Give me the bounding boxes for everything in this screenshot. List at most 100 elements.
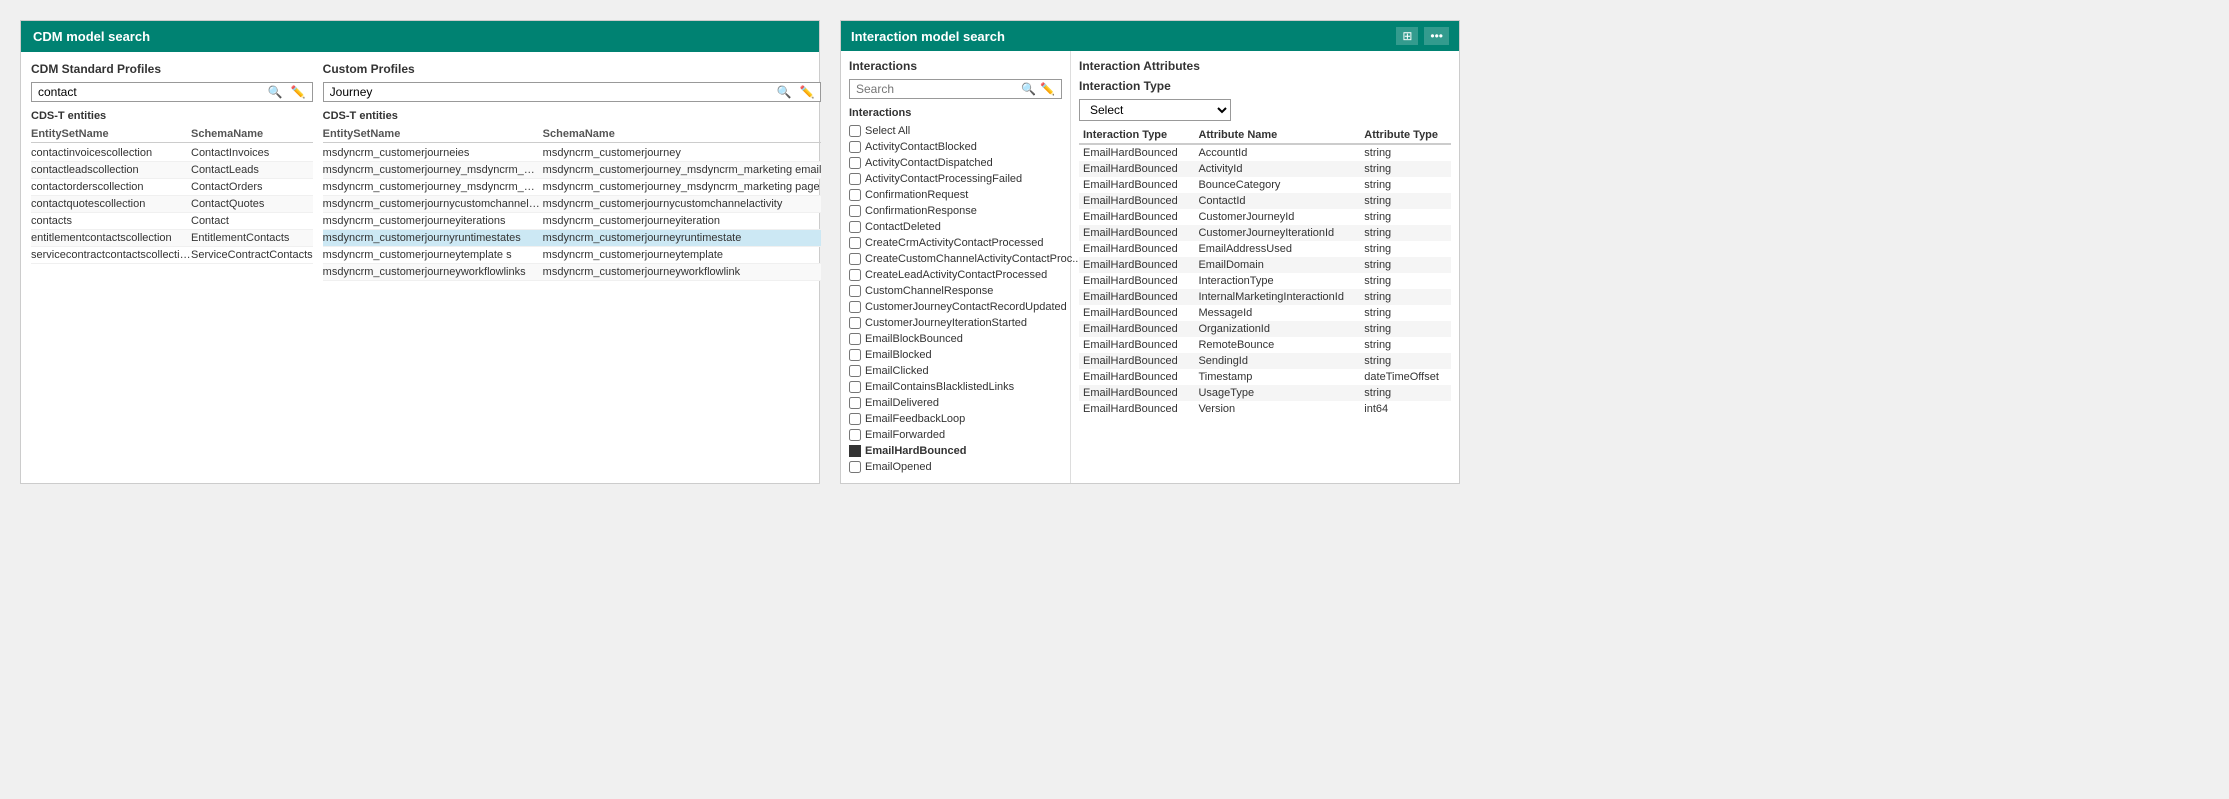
list-item[interactable]: EmailBlocked [849,347,1062,363]
table-row[interactable]: EmailHardBouncedBounceCategorystring [1079,177,1451,193]
cdm-standard-search-box[interactable]: 🔍 ✏️ [31,82,313,102]
table-row[interactable]: servicecontractcontactscollectionService… [31,247,313,264]
checkbox[interactable] [849,157,861,169]
table-row[interactable]: EmailHardBouncedInternalMarketingInterac… [1079,289,1451,305]
interactions-search-input[interactable] [856,82,1021,96]
entity-name: contacts [31,215,191,227]
list-item[interactable]: EmailContainsBlacklistedLinks [849,379,1062,395]
checkbox[interactable] [849,237,861,249]
aname-cell: RemoteBounce [1194,337,1360,353]
checkbox[interactable] [849,317,861,329]
table-row[interactable]: msdyncrm_customerjournycustomchannelacti… [323,196,822,213]
interaction-attributes-title: Interaction Attributes [1079,59,1451,73]
list-item[interactable]: ConfirmationRequest [849,187,1062,203]
table-row[interactable]: EmailHardBouncedCustomerJourneyIdstring [1079,209,1451,225]
cdm-panel-title: CDM model search [33,29,150,44]
interactions-search-row[interactable]: 🔍 ✏️ [849,79,1062,99]
table-row[interactable]: msdyncrm_customerjourneyiterationsmsdync… [323,213,822,230]
checkbox[interactable] [849,397,861,409]
table-row[interactable]: EmailHardBouncedCustomerJourneyIteration… [1079,225,1451,241]
table-row[interactable]: msdyncrm_customerjournyruntimestatesmsdy… [323,230,822,247]
list-item[interactable]: EmailBlockBounced [849,331,1062,347]
list-item[interactable]: CreateCrmActivityContactProcessed [849,235,1062,251]
table-row[interactable]: EmailHardBouncedTimestampdateTimeOffset [1079,369,1451,385]
list-item[interactable]: CustomerJourneyIterationStarted [849,315,1062,331]
custom-profiles-search-box[interactable]: 🔍 ✏️ [323,82,822,102]
checkbox[interactable] [849,301,861,313]
aname-cell: InteractionType [1194,273,1360,289]
atype-cell: string [1360,144,1451,161]
checkbox[interactable] [849,413,861,425]
table-row[interactable]: msdyncrm_customerjourney_msdyncrm_market… [323,162,822,179]
table-row[interactable]: msdyncrm_customerjourneytemplate smsdync… [323,247,822,264]
checkbox[interactable] [849,173,861,185]
table-row[interactable]: EmailHardBouncedInteractionTypestring [1079,273,1451,289]
table-row[interactable]: EmailHardBouncedRemoteBouncestring [1079,337,1451,353]
atype-cell: string [1360,241,1451,257]
list-item[interactable]: ActivityContactDispatched [849,155,1062,171]
interactions-right-pane: Interaction Attributes Interaction Type … [1071,51,1459,483]
list-item[interactable]: ContactDeleted [849,219,1062,235]
list-item[interactable]: EmailDelivered [849,395,1062,411]
list-item[interactable]: CreateCustomChannelActivityContactProc..… [849,251,1062,267]
list-item[interactable]: EmailHardBounced [849,443,1062,459]
checkbox[interactable] [849,429,861,441]
checkbox[interactable] [849,253,861,265]
checkbox[interactable] [849,189,861,201]
header-icon-more[interactable]: ••• [1424,27,1449,45]
cdm-standard-search-input[interactable] [38,85,268,99]
table-row[interactable]: contactsContact [31,213,313,230]
list-item[interactable]: CustomChannelResponse [849,283,1062,299]
interaction-panel: Interaction model search ⊞ ••• Interacti… [840,20,1460,484]
checkbox[interactable] [849,365,861,377]
table-row[interactable]: EmailHardBouncedAccountIdstring [1079,144,1451,161]
interaction-type-select[interactable]: Select EmailHardBounced [1079,99,1231,121]
list-item[interactable]: EmailClicked [849,363,1062,379]
list-item[interactable]: EmailOpened [849,459,1062,475]
checkbox[interactable] [849,285,861,297]
table-row[interactable]: contactquotescollectionContactQuotes [31,196,313,213]
interactions-pencil-icon[interactable]: ✏️ [1040,82,1055,96]
checkbox[interactable] [849,205,861,217]
table-row[interactable]: EmailHardBouncedVersionint64 [1079,401,1451,417]
table-row[interactable]: EmailHardBouncedMessageIdstring [1079,305,1451,321]
list-item[interactable]: ActivityContactProcessingFailed [849,171,1062,187]
checkbox[interactable] [849,125,861,137]
list-item[interactable]: ActivityContactBlocked [849,139,1062,155]
table-row[interactable]: EmailHardBouncedContactIdstring [1079,193,1451,209]
atype-cell: string [1360,257,1451,273]
checkbox[interactable] [849,333,861,345]
list-item[interactable]: EmailFeedbackLoop [849,411,1062,427]
table-row[interactable]: EmailHardBouncedEmailAddressUsedstring [1079,241,1451,257]
checkbox[interactable] [849,221,861,233]
table-row[interactable]: entitlementcontactscollectionEntitlement… [31,230,313,247]
list-item[interactable]: CreateLeadActivityContactProcessed [849,267,1062,283]
table-row[interactable]: contactleadscollectionContactLeads [31,162,313,179]
header-icon-grid[interactable]: ⊞ [1396,27,1418,45]
checkbox[interactable] [849,269,861,281]
table-row[interactable]: contactorderscollectionContactOrders [31,179,313,196]
cdm-standard-pencil-icon[interactable]: ✏️ [291,85,306,99]
custom-profiles-pencil-icon[interactable]: ✏️ [799,85,814,99]
list-item[interactable]: Select All [849,123,1062,139]
table-row[interactable]: EmailHardBouncedActivityIdstring [1079,161,1451,177]
checkbox[interactable] [849,381,861,393]
table-row[interactable]: msdyncrm_customerjourney_msdyncrm_market… [323,179,822,196]
checkbox[interactable] [849,349,861,361]
table-row[interactable]: contactinvoicescollectionContactInvoices [31,145,313,162]
table-row[interactable]: msdyncrm_customerjourneiesmsdyncrm_custo… [323,145,822,162]
checkbox[interactable] [849,461,861,473]
table-row[interactable]: EmailHardBouncedEmailDomainstring [1079,257,1451,273]
filter-select-row[interactable]: Select EmailHardBounced [1079,99,1451,121]
schema-name: ContactInvoices [191,147,313,159]
table-row[interactable]: EmailHardBouncedSendingIdstring [1079,353,1451,369]
table-row[interactable]: msdyncrm_customerjourneyworkflowlinksmsd… [323,264,822,281]
table-row[interactable]: EmailHardBouncedUsageTypestring [1079,385,1451,401]
list-item[interactable]: ConfirmationResponse [849,203,1062,219]
list-item[interactable]: EmailForwarded [849,427,1062,443]
table-row[interactable]: EmailHardBouncedOrganizationIdstring [1079,321,1451,337]
checkbox[interactable] [849,141,861,153]
entity-name: msdyncrm_customerjourney_msdyncrm_market… [323,164,543,176]
list-item[interactable]: CustomerJourneyContactRecordUpdated [849,299,1062,315]
custom-profiles-search-input[interactable] [330,85,777,99]
